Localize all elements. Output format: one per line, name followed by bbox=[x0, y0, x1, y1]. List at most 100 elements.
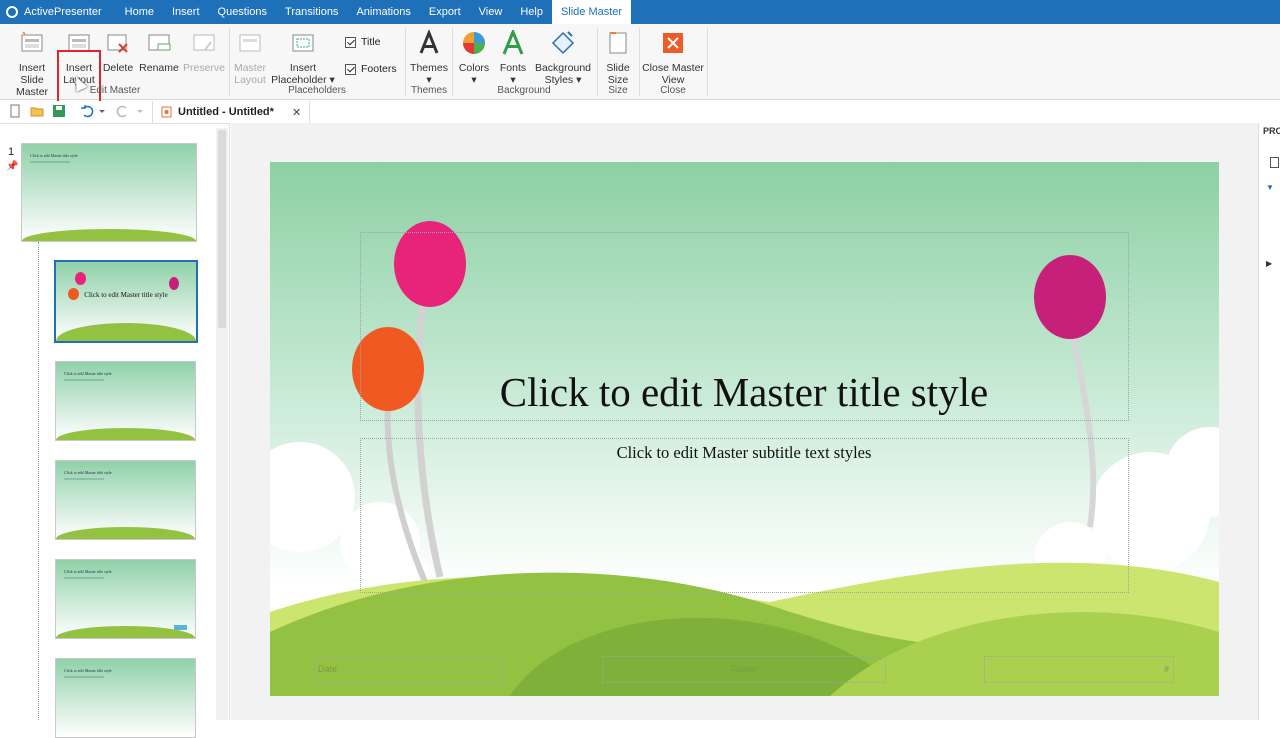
redo-dropdown-icon[interactable] bbox=[135, 104, 145, 118]
themes-button[interactable]: Themes ▾ bbox=[408, 28, 450, 86]
thumb-text-line bbox=[64, 676, 104, 678]
master-layout-icon bbox=[239, 34, 261, 52]
slide-size-icon bbox=[609, 32, 627, 54]
master-layout-label-1: Master bbox=[233, 62, 267, 74]
title-checkbox[interactable]: Title bbox=[345, 36, 380, 48]
slide-size-button[interactable]: Slide Size bbox=[600, 30, 636, 86]
menu-export[interactable]: Export bbox=[420, 0, 470, 24]
layout-thumbnail[interactable]: Click to edit Master title style bbox=[55, 460, 196, 540]
close-tab-icon[interactable]: ✕ bbox=[292, 106, 301, 119]
size-group-label: Size bbox=[608, 85, 628, 96]
document-tab-title: Untitled - Untitled* bbox=[178, 106, 274, 118]
layout-thumbnail-title-slide[interactable]: Click to edit Master title style bbox=[54, 260, 198, 343]
delete-button[interactable]: Delete bbox=[100, 30, 136, 74]
rename-label: Rename bbox=[139, 62, 179, 74]
menu-insert[interactable]: Insert bbox=[163, 0, 209, 24]
background-styles-button[interactable]: Background Styles ▾ bbox=[534, 30, 592, 86]
date-placeholder[interactable] bbox=[314, 656, 504, 683]
close-master-view-button[interactable]: Close Master View bbox=[642, 30, 704, 86]
thumb-balloon bbox=[75, 272, 86, 285]
footer-center-text: Footer bbox=[731, 664, 758, 674]
thumb-title: Click to edit Master title style bbox=[64, 470, 112, 475]
thumb-text-line bbox=[64, 478, 104, 480]
app-title: ActivePresenter bbox=[24, 6, 102, 18]
expand-down-icon[interactable]: ▼ bbox=[1266, 183, 1274, 192]
close-group-label: Close bbox=[660, 85, 686, 96]
delete-icon bbox=[107, 34, 128, 53]
properties-page-icon[interactable] bbox=[1270, 157, 1279, 168]
insert-placeholder-label-1: Insert bbox=[289, 62, 317, 74]
insert-placeholder-button[interactable]: Insert Placeholder ▾ bbox=[270, 30, 336, 86]
preserve-button[interactable]: Preserve bbox=[182, 30, 226, 74]
undo-dropdown-icon[interactable] bbox=[97, 104, 107, 118]
master-layout-button[interactable]: Master Layout bbox=[232, 30, 268, 86]
expand-right-icon[interactable]: ▶ bbox=[1266, 259, 1272, 268]
ribbon: Insert Slide Master Insert Layout Delete… bbox=[0, 24, 1280, 109]
colors-button[interactable]: Colors ▾ bbox=[456, 30, 492, 86]
preserve-icon bbox=[193, 34, 215, 51]
slide-number-placeholder[interactable] bbox=[984, 656, 1174, 683]
app-logo-icon bbox=[0, 0, 24, 24]
thumb-hill bbox=[56, 323, 196, 341]
slide-master-thumbnail[interactable]: Click to edit Master title style bbox=[21, 143, 197, 242]
rename-button[interactable]: Rename bbox=[138, 30, 180, 74]
thumbnail-scrollbar-thumb[interactable] bbox=[218, 130, 226, 328]
document-tab[interactable]: Untitled - Untitled* ✕ bbox=[152, 101, 311, 123]
undo-icon[interactable] bbox=[80, 104, 94, 118]
menu-slide-master[interactable]: Slide Master bbox=[551, 0, 632, 24]
layout-thumbnail[interactable]: Click to edit Master title style bbox=[55, 559, 196, 639]
background-styles-icon bbox=[551, 31, 575, 55]
menu-home[interactable]: Home bbox=[116, 0, 163, 24]
delete-label: Delete bbox=[102, 62, 134, 74]
title-checkbox-box[interactable] bbox=[345, 36, 356, 48]
footer-date-text: Date bbox=[318, 664, 338, 674]
colors-icon bbox=[463, 32, 485, 54]
fonts-icon bbox=[502, 28, 524, 55]
menu-help[interactable]: Help bbox=[511, 0, 552, 24]
fonts-button[interactable]: Fonts ▾ bbox=[496, 28, 530, 86]
thumb-title: Click to edit Master title style bbox=[64, 371, 112, 376]
fonts-label: Fonts bbox=[499, 62, 527, 74]
group-separator bbox=[405, 28, 406, 96]
new-document-icon[interactable] bbox=[8, 104, 22, 118]
slide-title-text[interactable]: Click to edit Master title style bbox=[360, 368, 1128, 416]
slide-subtitle-text[interactable]: Click to edit Master subtitle text style… bbox=[360, 443, 1128, 463]
layout-thumbnail[interactable]: Click to edit Master title style bbox=[55, 361, 196, 441]
close-master-view-icon bbox=[663, 33, 683, 53]
thumb-text-line bbox=[64, 577, 104, 579]
layout-tree-line bbox=[38, 242, 39, 720]
thumb-hill bbox=[56, 527, 195, 539]
footers-checkbox-label: Footers bbox=[361, 63, 397, 75]
thumb-text-line bbox=[64, 379, 104, 381]
insert-slide-master-button[interactable]: Insert Slide Master bbox=[6, 30, 58, 98]
slide-size-label-1: Slide bbox=[606, 62, 630, 74]
footers-checkbox[interactable]: Footers bbox=[345, 63, 397, 75]
thumb-text-line bbox=[30, 161, 70, 163]
document-icon bbox=[161, 106, 172, 118]
menu-view[interactable]: View bbox=[470, 0, 512, 24]
close-master-view-label-1: Close Master bbox=[642, 62, 704, 74]
layout-thumbnail[interactable]: Click to edit Master title style bbox=[55, 658, 196, 738]
slide-master-canvas[interactable]: Date Footer # bbox=[270, 162, 1219, 696]
properties-panel bbox=[1258, 123, 1280, 720]
save-icon[interactable] bbox=[52, 104, 66, 118]
background-group-label: Background bbox=[497, 85, 551, 96]
open-folder-icon[interactable] bbox=[30, 104, 44, 118]
redo-icon[interactable] bbox=[116, 104, 130, 118]
group-separator bbox=[229, 28, 230, 96]
menu-transitions[interactable]: Transitions bbox=[276, 0, 347, 24]
thumb-title: Click to edit Master title style bbox=[84, 291, 168, 299]
menu-questions[interactable]: Questions bbox=[209, 0, 277, 24]
thumb-title: Click to edit Master title style bbox=[30, 153, 78, 158]
menu-bar: ActivePresenter Home Insert Questions Tr… bbox=[0, 0, 1280, 24]
placeholders-group-label: Placeholders bbox=[288, 85, 346, 96]
themes-group-label: Themes bbox=[410, 85, 448, 96]
properties-panel-label: PRO bbox=[1263, 126, 1280, 136]
footers-checkbox-box[interactable] bbox=[345, 63, 356, 75]
themes-label: Themes bbox=[410, 62, 448, 74]
pin-icon: 📌 bbox=[6, 161, 19, 172]
background-styles-label-1: Background bbox=[534, 62, 592, 74]
menu-animations[interactable]: Animations bbox=[347, 0, 419, 24]
group-separator bbox=[452, 28, 453, 96]
group-separator bbox=[707, 28, 708, 96]
